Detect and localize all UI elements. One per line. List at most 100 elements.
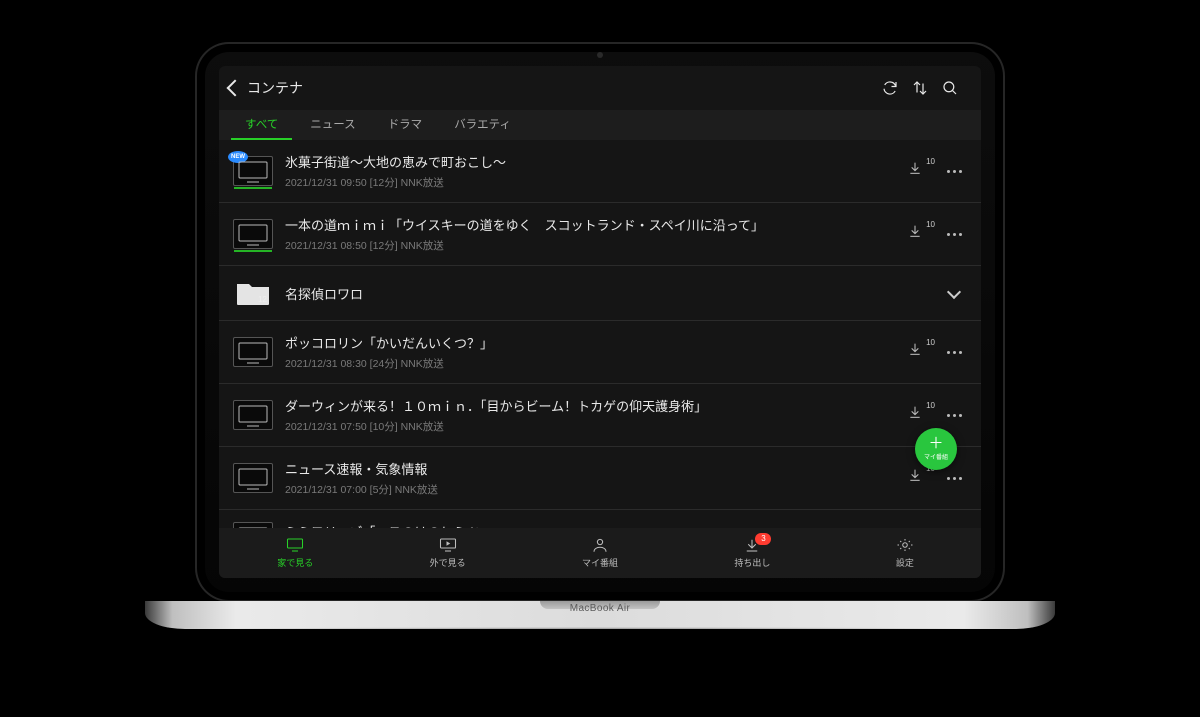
thumbnail <box>233 463 273 493</box>
item-subtitle: 2021/12/31 08:30 [24分] NNK放送 <box>285 356 895 371</box>
top-bar: コンテナ <box>219 66 981 110</box>
item-subtitle: 2021/12/31 07:50 [10分] NNK放送 <box>285 419 895 434</box>
progress-bar <box>234 250 272 252</box>
tab-news[interactable]: ニュース <box>296 110 369 140</box>
list-item[interactable]: ポッコロリン「かいだんいくつ？」 2021/12/31 08:30 [24分] … <box>219 321 981 384</box>
chevron-down-icon <box>947 284 961 298</box>
list-item[interactable]: 一本の道ｍｉｍｉ「ウイスキーの道をゆく スコットランド・スペイ川に沿って」 20… <box>219 203 981 266</box>
item-actions: 10 <box>907 404 965 426</box>
download-badge: 10 <box>926 338 935 347</box>
nav-home[interactable]: 家で見る <box>219 528 371 578</box>
more-button[interactable] <box>943 341 965 363</box>
download-icon <box>907 467 923 483</box>
nav-label: 持ち出し <box>734 556 770 569</box>
download-button[interactable]: 10 <box>907 467 929 489</box>
download-icon <box>907 404 923 420</box>
plus-icon: ＋ <box>928 436 943 451</box>
refresh-button[interactable] <box>875 73 905 103</box>
list-item[interactable]: ダーウィンが来る！１０ｍｉｎ．「目からビーム！トカゲの仰天護身術」 2021/1… <box>219 384 981 447</box>
download-badge: 10 <box>926 157 935 166</box>
tab-label: ドラマ <box>388 116 423 132</box>
download-button[interactable]: 10 <box>907 160 929 182</box>
item-title: 氷菓子街道〜大地の恵みで町おこし〜 <box>285 152 895 171</box>
tab-label: ニュース <box>310 116 355 132</box>
nav-badge: 3 <box>755 533 771 545</box>
category-tabs: すべて ニュース ドラマ バラエティ <box>219 110 981 140</box>
item-title: 一本の道ｍｉｍｉ「ウイスキーの道をゆく スコットランド・スペイ川に沿って」 <box>285 215 895 234</box>
item-title: ポッコロリン「かいだんいくつ？」 <box>285 333 895 352</box>
item-actions: 10 <box>907 467 965 489</box>
thumbnail <box>233 337 273 367</box>
back-label: コンテナ <box>247 78 303 98</box>
tv-home-icon <box>286 537 304 553</box>
item-subtitle: 2021/12/31 07:00 [5分] NNK放送 <box>285 482 895 497</box>
back-button[interactable]: コンテナ <box>229 78 303 98</box>
tv-play-icon <box>439 537 457 553</box>
download-icon <box>907 160 923 176</box>
item-actions: 10 <box>907 223 965 245</box>
item-actions: 10 <box>907 160 965 182</box>
tab-variety[interactable]: バラエティ <box>440 110 525 140</box>
nav-outside[interactable]: 外で見る <box>371 528 523 578</box>
tab-label: すべて <box>245 116 278 132</box>
download-button[interactable]: 10 <box>907 404 929 426</box>
list-item[interactable]: ニュース速報・気象情報 2021/12/31 07:00 [5分] NNK放送 … <box>219 447 981 510</box>
tv-icon <box>237 341 269 365</box>
progress-bar <box>234 187 272 189</box>
nav-my-program[interactable]: マイ番組 <box>524 528 676 578</box>
fab-add-my-program[interactable]: ＋ マイ番組 <box>915 428 957 470</box>
tv-icon <box>237 467 269 491</box>
item-actions <box>943 282 965 304</box>
list-item[interactable]: ミミフリーズ「ハスのはのヒミツ」 <box>219 510 981 528</box>
person-icon <box>591 537 609 553</box>
tab-drama[interactable]: ドラマ <box>374 110 437 140</box>
bottom-nav: 家で見る 外で見る マイ番組 3 持ち出し 設定 <box>219 528 981 578</box>
list-folder[interactable]: 12 名探偵ロワロ <box>219 266 981 321</box>
tab-all[interactable]: すべて <box>231 110 292 140</box>
sort-icon <box>911 79 929 97</box>
thumbnail <box>233 400 273 430</box>
list-item[interactable]: NEW 氷菓子街道〜大地の恵みで町おこし〜 2021/12/31 09:50 [… <box>219 140 981 203</box>
item-meta: ニュース速報・気象情報 2021/12/31 07:00 [5分] NNK放送 <box>285 459 895 497</box>
laptop-lid: コンテナ すべて ニュース ドラマ バラエティ <box>195 42 1005 602</box>
item-meta: 一本の道ｍｉｍｉ「ウイスキーの道をゆく スコットランド・スペイ川に沿って」 20… <box>285 215 895 253</box>
download-button[interactable]: 10 <box>907 341 929 363</box>
sort-button[interactable] <box>905 73 935 103</box>
more-button[interactable] <box>943 223 965 245</box>
device-label: MacBook Air <box>145 603 1055 614</box>
program-list[interactable]: NEW 氷菓子街道〜大地の恵みで町おこし〜 2021/12/31 09:50 [… <box>219 140 981 528</box>
item-meta: 名探偵ロワロ <box>285 284 931 303</box>
tv-icon <box>237 223 269 247</box>
more-button[interactable] <box>943 160 965 182</box>
folder-count: 12 <box>258 295 267 304</box>
refresh-icon <box>881 79 899 97</box>
folder-icon <box>233 278 273 308</box>
nav-takeout[interactable]: 3 持ち出し <box>676 528 828 578</box>
tv-icon <box>237 160 269 184</box>
nav-label: 外で見る <box>430 556 466 569</box>
laptop-base: MacBook Air <box>145 601 1055 629</box>
nav-settings[interactable]: 設定 <box>829 528 981 578</box>
item-subtitle: 2021/12/31 09:50 [12分] NNK放送 <box>285 175 895 190</box>
laptop-frame: コンテナ すべて ニュース ドラマ バラエティ <box>145 42 1055 679</box>
download-badge: 10 <box>926 220 935 229</box>
thumbnail: NEW <box>233 156 273 186</box>
search-button[interactable] <box>935 73 965 103</box>
more-button[interactable] <box>943 404 965 426</box>
fab-label: マイ番組 <box>924 452 948 461</box>
search-icon <box>941 79 959 97</box>
item-title: ダーウィンが来る！１０ｍｉｎ．「目からビーム！トカゲの仰天護身術」 <box>285 396 895 415</box>
item-title: ニュース速報・気象情報 <box>285 459 895 478</box>
chevron-left-icon <box>227 80 244 97</box>
item-title: 名探偵ロワロ <box>285 284 931 303</box>
nav-label: 家で見る <box>277 556 313 569</box>
item-meta: ポッコロリン「かいだんいくつ？」 2021/12/31 08:30 [24分] … <box>285 333 895 371</box>
download-button[interactable]: 10 <box>907 223 929 245</box>
thumbnail <box>233 219 273 249</box>
expand-button[interactable] <box>943 282 965 304</box>
more-button[interactable] <box>943 467 965 489</box>
item-meta: 氷菓子街道〜大地の恵みで町おこし〜 2021/12/31 09:50 [12分]… <box>285 152 895 190</box>
nav-label: 設定 <box>896 556 914 569</box>
gear-icon <box>896 537 914 553</box>
nav-label: マイ番組 <box>582 556 618 569</box>
